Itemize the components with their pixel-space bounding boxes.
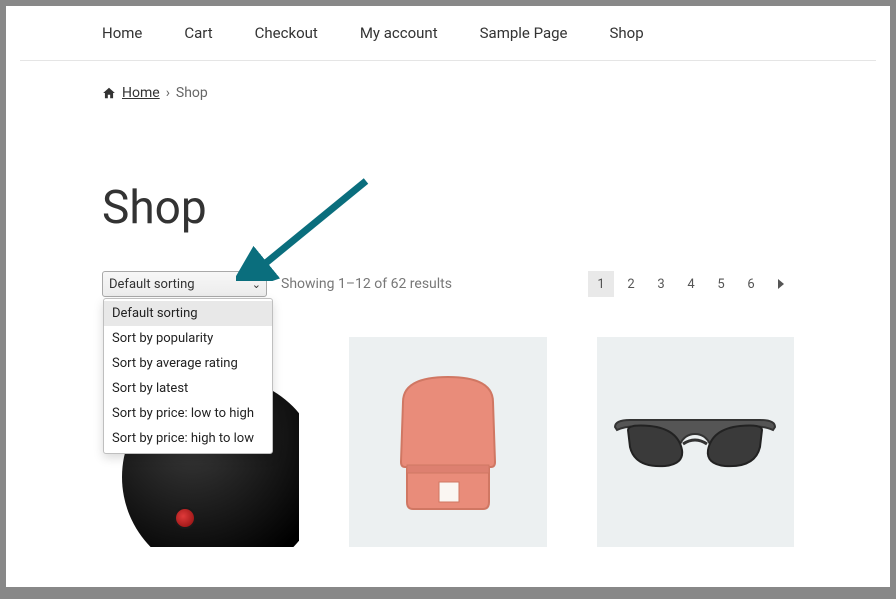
page-3-button[interactable]: 3: [648, 271, 674, 297]
breadcrumb-current: Shop: [176, 85, 208, 101]
nav-link-my-account[interactable]: My account: [360, 24, 438, 42]
product-image: [610, 402, 780, 482]
sort-dropdown: Default sorting Sort by popularity Sort …: [103, 298, 273, 454]
sort-option-price-desc[interactable]: Sort by price: high to low: [104, 426, 272, 451]
page-2-button[interactable]: 2: [618, 271, 644, 297]
product-image: [383, 367, 513, 517]
sort-option-default[interactable]: Default sorting: [104, 301, 272, 326]
home-icon: [102, 86, 116, 100]
shop-toolbar: Default sorting ⌄ Default sorting Sort b…: [102, 271, 794, 297]
page-title: Shop: [102, 181, 794, 235]
result-count: Showing 1–12 of 62 results: [281, 276, 452, 292]
sort-option-price-asc[interactable]: Sort by price: low to high: [104, 401, 272, 426]
product-card[interactable]: [597, 337, 794, 547]
nav-link-checkout[interactable]: Checkout: [255, 24, 318, 42]
page-4-button[interactable]: 4: [678, 271, 704, 297]
page-1-button[interactable]: 1: [588, 271, 614, 297]
breadcrumb-home-link[interactable]: Home: [122, 85, 160, 101]
page-next-button[interactable]: [768, 271, 794, 297]
nav-link-cart[interactable]: Cart: [184, 24, 212, 42]
nav-link-shop[interactable]: Shop: [610, 24, 644, 42]
page-5-button[interactable]: 5: [708, 271, 734, 297]
breadcrumb-separator: ›: [166, 85, 170, 101]
breadcrumb: Home › Shop: [102, 85, 794, 101]
sort-option-latest[interactable]: Sort by latest: [104, 376, 272, 401]
chevron-down-icon: ⌄: [252, 278, 261, 291]
top-nav: Home Cart Checkout My account Sample Pag…: [6, 6, 890, 60]
page-6-button[interactable]: 6: [738, 271, 764, 297]
product-card[interactable]: [349, 337, 546, 547]
nav-link-home[interactable]: Home: [102, 24, 142, 42]
nav-link-sample-page[interactable]: Sample Page: [480, 24, 568, 42]
pagination: 1 2 3 4 5 6: [588, 271, 794, 297]
chevron-right-icon: [778, 279, 784, 289]
sort-select-value: Default sorting: [109, 277, 195, 292]
sort-select[interactable]: Default sorting ⌄ Default sorting Sort b…: [102, 271, 267, 297]
sort-option-rating[interactable]: Sort by average rating: [104, 351, 272, 376]
sort-option-popularity[interactable]: Sort by popularity: [104, 326, 272, 351]
